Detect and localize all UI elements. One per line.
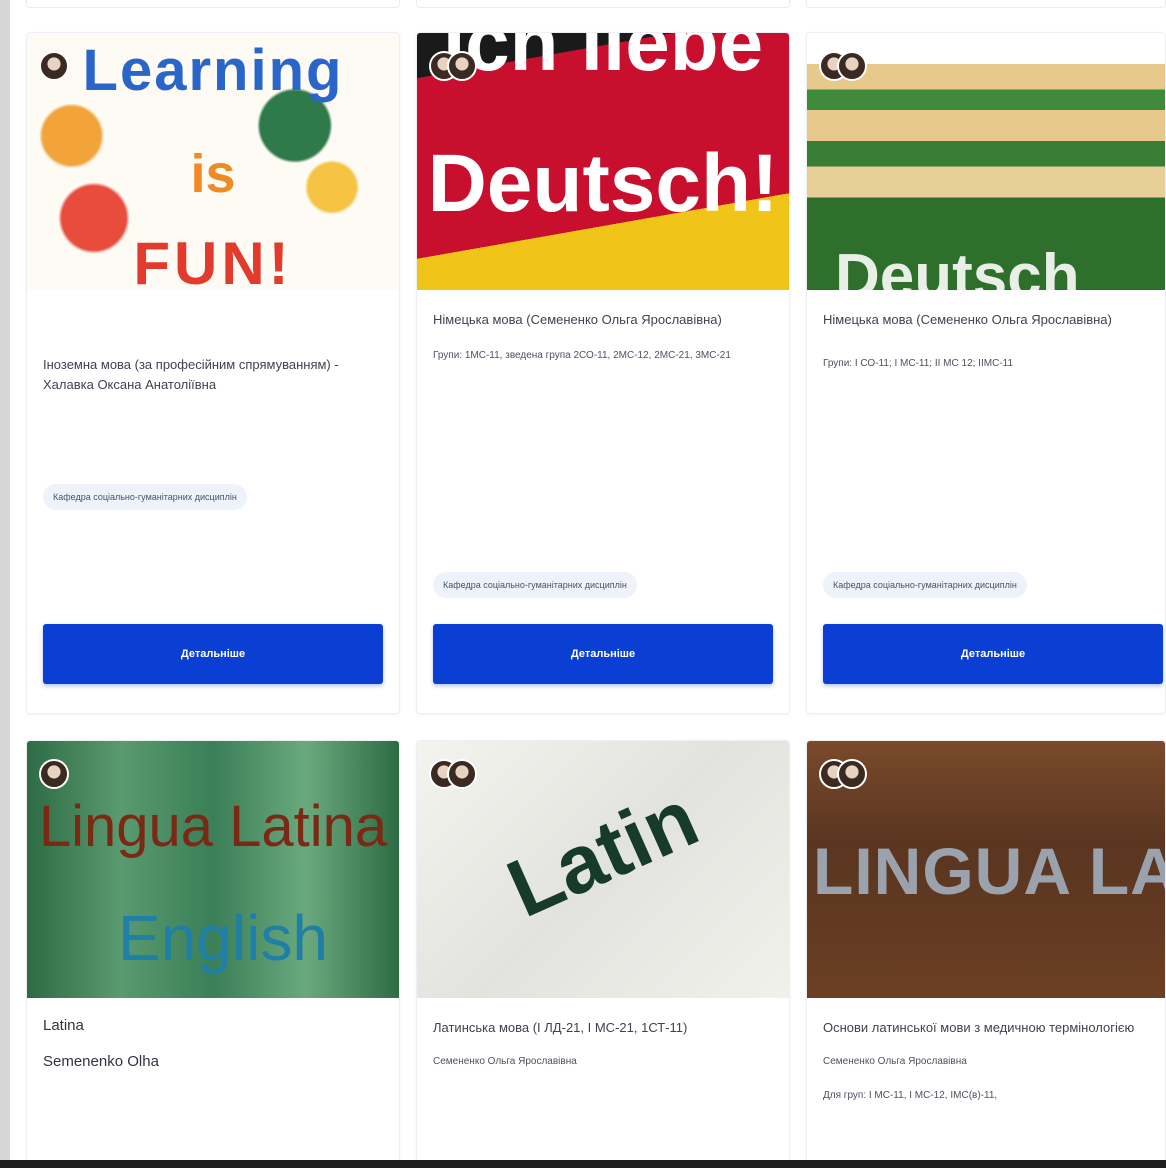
avatar xyxy=(39,759,69,789)
course-title[interactable]: Латинська мова (І ЛД-21, І МС-21, 1СТ-11… xyxy=(433,1018,773,1038)
department-tag: Кафедра соціально-гуманітарних дисциплін xyxy=(823,572,1027,598)
course-title[interactable]: Німецька мова (Семененко Ольга Ярославів… xyxy=(823,310,1149,330)
previous-card-bottom xyxy=(26,0,400,8)
thumbnail-text-lingua-latina: Lingua Latina xyxy=(38,794,388,859)
course-title[interactable]: Основи латинської мови з медичною термін… xyxy=(823,1018,1149,1038)
avatar xyxy=(837,759,867,789)
course-title[interactable]: Latina xyxy=(43,1016,383,1036)
teacher-avatars xyxy=(429,759,477,793)
course-title[interactable]: Іноземна мова (за професійним спрямуванн… xyxy=(43,355,383,395)
previous-card-bottom xyxy=(416,0,790,8)
thumbnail-text-english: English xyxy=(118,902,328,974)
course-groups: Для груп: І МС-11, І МС-12, ІМС(в)-11, xyxy=(823,1090,998,1101)
details-button[interactable]: Детальніше xyxy=(43,624,383,684)
details-button[interactable]: Детальніше xyxy=(433,624,773,684)
teacher-avatars xyxy=(819,759,867,793)
thumbnail-text-deutsch: Deutsch! xyxy=(427,138,779,229)
course-card: Deutsch Німецька мова (Семененко Ольга Я… xyxy=(806,32,1166,714)
course-card: Latin Латинська мова (І ЛД-21, І МС-21, … xyxy=(416,740,790,1168)
course-teacher: Семененко Ольга Ярославівна xyxy=(823,1056,967,1067)
thumbnail-text-fun: FUN! xyxy=(133,230,293,290)
course-card: Lingua Latina English Latina Semenenko O… xyxy=(26,740,400,1168)
thumbnail-text-learning: Learning xyxy=(82,38,344,103)
course-thumbnail[interactable]: Learning is FUN! xyxy=(27,33,399,290)
window-bottom-edge xyxy=(0,1160,1166,1168)
course-card: Learning is FUN! Іноземна мова (за профе… xyxy=(26,32,400,714)
department-tag: Кафедра соціально-гуманітарних дисциплін xyxy=(43,484,247,510)
thumbnail-text-lingua-latina: LINGUA LATINA xyxy=(813,834,1165,908)
teacher-avatars xyxy=(39,51,69,85)
teacher-avatars xyxy=(39,759,69,793)
course-groups: Групи: І СО-11; І МС-11; ІІ МС 12; ІІМС-… xyxy=(823,358,1014,369)
course-title[interactable]: Німецька мова (Семененко Ольга Ярославів… xyxy=(433,310,773,330)
teacher-avatars xyxy=(429,51,477,85)
thumbnail-text-is: is xyxy=(190,144,236,204)
course-card: Ich liebe Deutsch! Німецька мова (Семене… xyxy=(416,32,790,714)
previous-card-bottom xyxy=(806,0,1166,8)
teacher-avatars xyxy=(819,51,867,85)
course-card: LINGUA LATINA Основи латинської мови з м… xyxy=(806,740,1166,1168)
thumbnail-text-deutsch: Deutsch xyxy=(835,242,1080,290)
avatar xyxy=(39,51,69,81)
details-button[interactable]: Детальніше xyxy=(823,624,1163,684)
avatar xyxy=(447,51,477,81)
avatar xyxy=(447,759,477,789)
department-tag: Кафедра соціально-гуманітарних дисциплін xyxy=(433,572,637,598)
course-thumbnail[interactable]: Lingua Latina English xyxy=(27,741,399,998)
course-teacher: Semenenko Olha xyxy=(43,1053,159,1070)
avatar xyxy=(837,51,867,81)
course-teacher: Семененко Ольга Ярославівна xyxy=(433,1056,577,1067)
window-edge xyxy=(0,0,10,1168)
course-groups: Групи: 1МС-11, зведена група 2СО-11, 2МС… xyxy=(433,350,731,361)
